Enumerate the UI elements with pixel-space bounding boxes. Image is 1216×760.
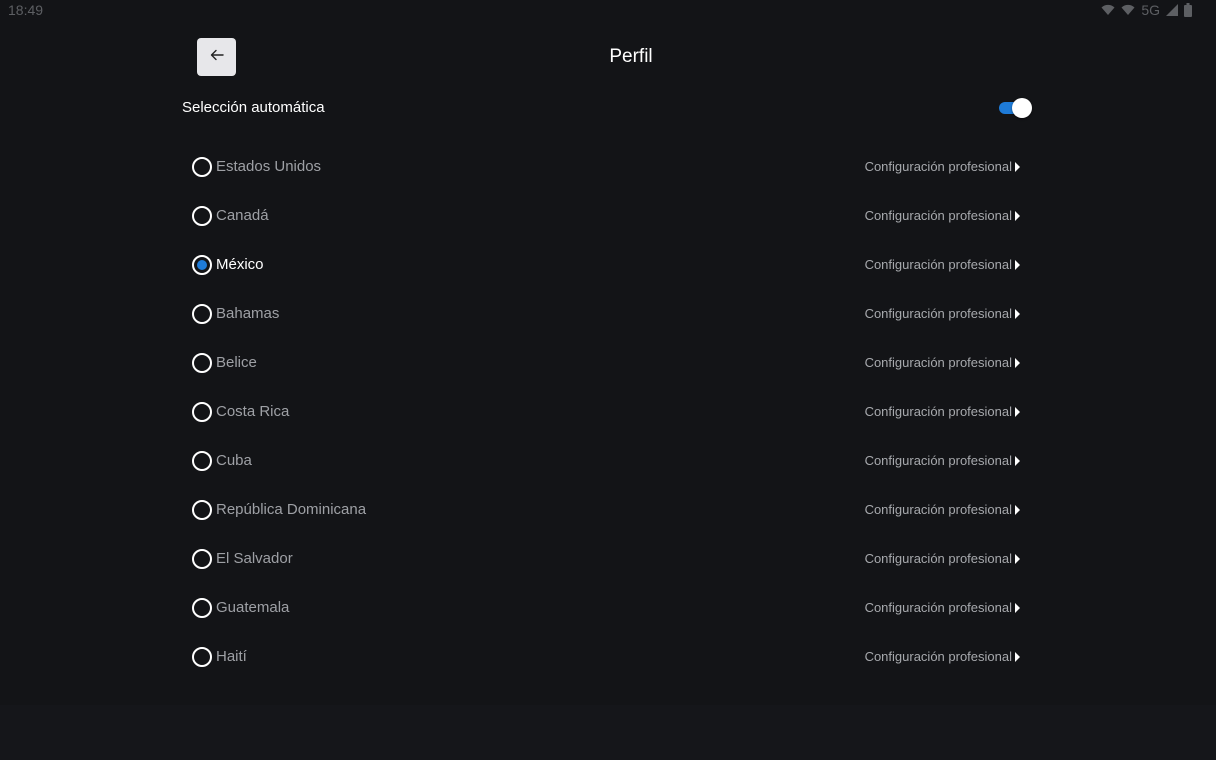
country-row[interactable]: República Dominicana Configuración profe…	[190, 485, 1024, 534]
country-row[interactable]: Canadá Configuración profesional	[190, 191, 1024, 240]
caret-right-icon	[1015, 161, 1020, 172]
caret-right-icon	[1015, 455, 1020, 466]
network-type: 5G	[1141, 2, 1160, 18]
back-button[interactable]	[197, 38, 236, 76]
bottom-bar	[0, 705, 1216, 760]
toggle-thumb	[1012, 98, 1032, 118]
country-row[interactable]: Bahamas Configuración profesional	[190, 289, 1024, 338]
screen: 18:49 5G Perfil Selección automática Est…	[0, 0, 1216, 760]
caret-right-icon	[1015, 651, 1020, 662]
page-title: Perfil	[609, 46, 653, 67]
country-row[interactable]: Estados Unidos Configuración profesional	[190, 142, 1024, 191]
country-name: Costa Rica	[216, 403, 290, 420]
battery-icon	[1184, 3, 1192, 17]
professional-settings-link[interactable]: Configuración profesional	[865, 208, 1020, 223]
wifi-icon	[1121, 4, 1135, 16]
auto-selection-toggle[interactable]	[998, 98, 1032, 118]
professional-settings-label: Configuración profesional	[864, 306, 1012, 321]
professional-settings-link[interactable]: Configuración profesional	[865, 257, 1020, 272]
professional-settings-label: Configuración profesional	[864, 551, 1012, 566]
country-name: Canadá	[216, 207, 269, 224]
radio-button[interactable]	[192, 647, 212, 667]
radio-button[interactable]	[192, 353, 212, 373]
radio-button[interactable]	[192, 500, 212, 520]
professional-settings-label: Configuración profesional	[864, 453, 1012, 468]
country-name: Haití	[216, 648, 247, 665]
professional-settings-label: Configuración profesional	[864, 502, 1012, 517]
radio-button[interactable]	[192, 451, 212, 471]
caret-right-icon	[1015, 553, 1020, 564]
auto-selection-row: Selección automática	[182, 96, 1034, 120]
country-list: Estados Unidos Configuración profesional…	[190, 142, 1024, 681]
professional-settings-label: Configuración profesional	[864, 257, 1012, 272]
country-name: Cuba	[216, 452, 252, 469]
country-row[interactable]: Costa Rica Configuración profesional	[190, 387, 1024, 436]
arrow-left-icon	[210, 48, 224, 66]
country-name: El Salvador	[216, 550, 293, 567]
caret-right-icon	[1015, 357, 1020, 368]
radio-button[interactable]	[192, 206, 212, 226]
caret-right-icon	[1015, 308, 1020, 319]
radio-button[interactable]	[192, 402, 212, 422]
professional-settings-link[interactable]: Configuración profesional	[865, 551, 1020, 566]
country-row[interactable]: Guatemala Configuración profesional	[190, 583, 1024, 632]
radio-button[interactable]	[192, 304, 212, 324]
country-name: Belice	[216, 354, 257, 371]
radio-button[interactable]	[192, 255, 212, 275]
caret-right-icon	[1015, 210, 1020, 221]
country-name: Estados Unidos	[216, 158, 322, 175]
radio-button[interactable]	[192, 549, 212, 569]
country-row[interactable]: El Salvador Configuración profesional	[190, 534, 1024, 583]
professional-settings-label: Configuración profesional	[864, 355, 1012, 370]
caret-right-icon	[1015, 602, 1020, 613]
professional-settings-label: Configuración profesional	[864, 208, 1012, 223]
status-time: 18:49	[8, 2, 44, 18]
country-row[interactable]: Haití Configuración profesional	[190, 632, 1024, 681]
caret-right-icon	[1015, 504, 1020, 515]
status-icons: 5G	[1101, 2, 1192, 18]
professional-settings-label: Configuración profesional	[864, 404, 1012, 419]
professional-settings-link[interactable]: Configuración profesional	[865, 600, 1020, 615]
professional-settings-link[interactable]: Configuración profesional	[865, 649, 1020, 664]
professional-settings-label: Configuración profesional	[864, 159, 1012, 174]
wifi-icon	[1101, 4, 1115, 16]
caret-right-icon	[1015, 406, 1020, 417]
radio-button[interactable]	[192, 598, 212, 618]
country-row[interactable]: México Configuración profesional	[190, 240, 1024, 289]
professional-settings-link[interactable]: Configuración profesional	[865, 306, 1020, 321]
country-name: Bahamas	[216, 305, 280, 322]
country-name: Guatemala	[216, 599, 290, 616]
professional-settings-link[interactable]: Configuración profesional	[865, 355, 1020, 370]
status-bar: 18:49 5G	[0, 0, 1216, 20]
caret-right-icon	[1015, 259, 1020, 270]
professional-settings-link[interactable]: Configuración profesional	[865, 502, 1020, 517]
auto-selection-label: Selección automática	[182, 99, 325, 116]
professional-settings-label: Configuración profesional	[864, 649, 1012, 664]
professional-settings-link[interactable]: Configuración profesional	[865, 453, 1020, 468]
professional-settings-link[interactable]: Configuración profesional	[865, 404, 1020, 419]
country-name: México	[216, 256, 264, 273]
country-row[interactable]: Belice Configuración profesional	[190, 338, 1024, 387]
country-name: República Dominicana	[216, 501, 367, 518]
signal-icon	[1166, 4, 1178, 16]
professional-settings-label: Configuración profesional	[864, 600, 1012, 615]
country-row[interactable]: Cuba Configuración profesional	[190, 436, 1024, 485]
radio-button[interactable]	[192, 157, 212, 177]
professional-settings-link[interactable]: Configuración profesional	[865, 159, 1020, 174]
